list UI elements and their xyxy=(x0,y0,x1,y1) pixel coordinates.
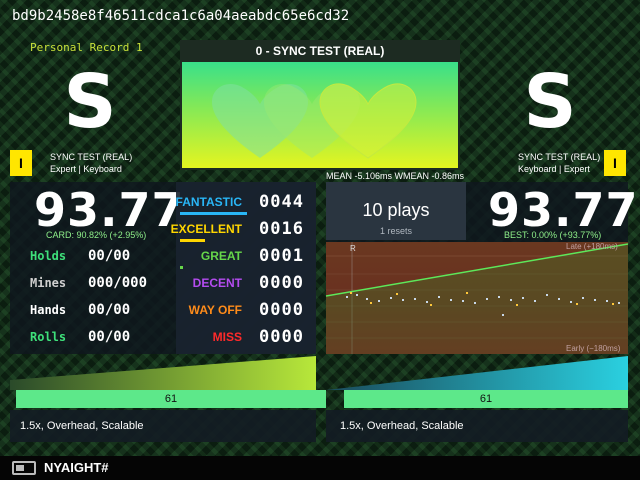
judgment-label-excellent: EXCELLENT xyxy=(170,222,242,236)
song-banner xyxy=(182,62,458,168)
song-title: 0 - SYNC TEST (REAL) xyxy=(255,44,385,58)
judgment-label-miss: MISS xyxy=(212,330,242,344)
right-mods-box: 1.5x, Overhead, Scalable xyxy=(326,410,628,442)
graph-late-label: Late (+180ms) xyxy=(566,242,618,251)
song-title-box: 0 - SYNC TEST (REAL) xyxy=(180,40,460,170)
stat-row-holds: Holds 00/00 xyxy=(30,246,170,266)
graph-early-label: Early (−180ms) xyxy=(566,344,621,353)
heart-banner-art xyxy=(212,83,417,159)
right-song-name: SYNC TEST (REAL) xyxy=(518,152,601,162)
chart-hash: bd9b2458e8f46511cdca1c6a04aeabdc65e6cd32 xyxy=(12,8,350,24)
stat-row-rolls: Rolls 00/00 xyxy=(30,327,170,347)
left-song-info: SYNC TEST (REAL) Expert | Keyboard xyxy=(50,151,150,175)
footer-bar: NYAIGHT# xyxy=(0,456,640,480)
stat-value-hands: 00/00 xyxy=(88,302,131,318)
profile-name: NYAIGHT# xyxy=(44,460,109,475)
stat-row-mines: Mines 000/000 xyxy=(30,273,170,293)
stat-label-rolls: Rolls xyxy=(30,330,67,344)
judgment-bar-great xyxy=(180,266,183,269)
right-life-graph-plot xyxy=(326,356,628,390)
right-combo-bar: 61 xyxy=(344,390,628,408)
judgment-label-way-off: WAY OFF xyxy=(188,303,242,317)
judgment-count-way-off: 0000 xyxy=(259,300,304,320)
right-grade: S xyxy=(523,59,577,145)
left-combo-bar: 61 xyxy=(16,390,326,408)
left-grade: S xyxy=(63,59,117,145)
best-percent: BEST: 0.00% (+93.77%) xyxy=(504,230,602,240)
stat-value-mines: 000/000 xyxy=(88,275,148,291)
reset-count: 1 resets xyxy=(379,226,412,236)
right-life-graph xyxy=(326,356,628,390)
left-difficulty-badge: I xyxy=(10,150,32,176)
left-chart-info: Expert | Keyboard xyxy=(50,164,122,174)
judgment-count-excellent: 0016 xyxy=(259,219,304,239)
right-song-info: SYNC TEST (REAL) Keyboard | Expert xyxy=(518,151,618,175)
judgment-bar-excellent xyxy=(180,239,205,242)
judgment-count-great: 0001 xyxy=(259,246,304,266)
play-count: 10 plays xyxy=(362,200,430,220)
right-score: 93.77 xyxy=(488,183,639,237)
memory-card-icon xyxy=(12,461,36,475)
card-percent: CARD: 90.82% (+2.95%) xyxy=(46,230,147,240)
left-score: 93.77 xyxy=(34,183,185,237)
left-mods-box: 1.5x, Overhead, Scalable xyxy=(10,410,316,442)
stat-label-mines: Mines xyxy=(30,276,67,290)
left-life-graph xyxy=(10,356,316,390)
judgment-count-decent: 0000 xyxy=(259,273,304,293)
timing-graph-plot xyxy=(325,242,629,354)
judgment-bar-fantastic xyxy=(180,212,247,215)
timing-scatter-graph: Late (+180ms) Early (−180ms) R xyxy=(325,242,629,354)
personal-record-label: Personal Record 1 xyxy=(30,41,143,54)
judgment-count-miss: 0000 xyxy=(259,327,304,347)
left-life-graph-plot xyxy=(10,356,316,390)
right-chart-info: Keyboard | Expert xyxy=(518,164,590,174)
stat-value-rolls: 00/00 xyxy=(88,329,131,345)
left-mods: 1.5x, Overhead, Scalable xyxy=(20,420,144,432)
right-mods: 1.5x, Overhead, Scalable xyxy=(340,420,464,432)
judgment-label-fantastic: FANTASTIC xyxy=(175,195,242,209)
left-song-name: SYNC TEST (REAL) xyxy=(50,152,133,162)
graph-r-label: R xyxy=(350,244,356,253)
stat-row-hands: Hands 00/00 xyxy=(30,300,170,320)
judgment-label-great: GREAT xyxy=(200,249,242,263)
judgment-count-fantastic: 0044 xyxy=(259,192,304,212)
stat-value-holds: 00/00 xyxy=(88,248,131,264)
plays-box: 10 plays 1 resets xyxy=(326,182,466,240)
stat-label-holds: Holds xyxy=(30,249,67,263)
judgment-label-decent: DECENT xyxy=(192,276,242,290)
stat-label-hands: Hands xyxy=(30,303,67,317)
